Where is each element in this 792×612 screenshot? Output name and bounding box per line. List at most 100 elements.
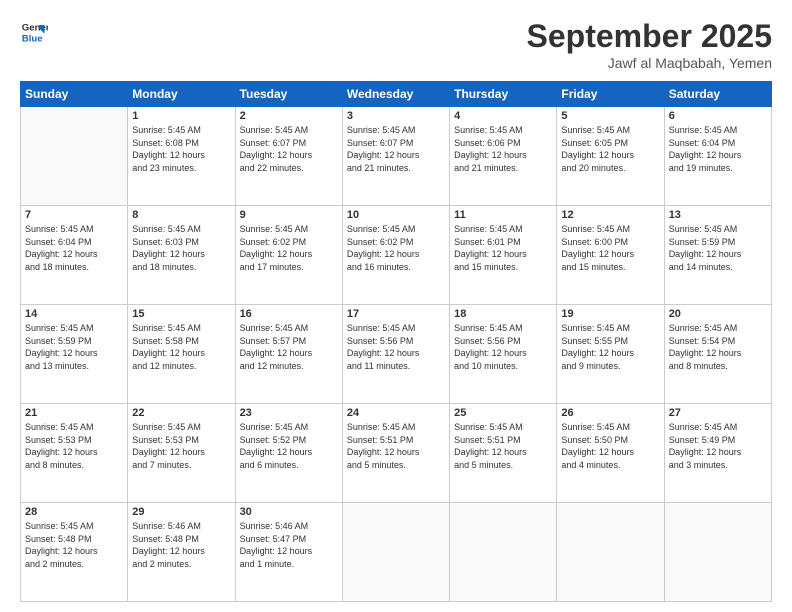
header: General Blue September 2025 Jawf al Maqb… [20,18,772,71]
col-monday: Monday [128,82,235,107]
table-cell: 30 Sunrise: 5:46 AMSunset: 5:47 PMDayligh… [235,503,342,602]
table-cell: 22 Sunrise: 5:45 AMSunset: 5:53 PMDayligh… [128,404,235,503]
location: Jawf al Maqbabah, Yemen [527,55,772,71]
day-number: 5 [561,110,659,122]
cell-content: Sunrise: 5:45 AMSunset: 5:52 PMDaylight:… [240,421,338,471]
cell-content: Sunrise: 5:45 AMSunset: 5:56 PMDaylight:… [347,322,445,372]
day-number: 23 [240,407,338,419]
col-friday: Friday [557,82,664,107]
table-cell: 9 Sunrise: 5:45 AMSunset: 6:02 PMDaylight… [235,206,342,305]
day-number: 11 [454,209,552,221]
day-number: 17 [347,308,445,320]
month-title: September 2025 [527,18,772,55]
table-cell: 17 Sunrise: 5:45 AMSunset: 5:56 PMDayligh… [342,305,449,404]
day-number: 19 [561,308,659,320]
table-cell: 23 Sunrise: 5:45 AMSunset: 5:52 PMDayligh… [235,404,342,503]
cell-content: Sunrise: 5:46 AMSunset: 5:48 PMDaylight:… [132,520,230,570]
cell-content: Sunrise: 5:45 AMSunset: 6:04 PMDaylight:… [669,124,767,174]
table-cell: 16 Sunrise: 5:45 AMSunset: 5:57 PMDayligh… [235,305,342,404]
cell-content: Sunrise: 5:45 AMSunset: 5:53 PMDaylight:… [25,421,123,471]
day-number: 24 [347,407,445,419]
cell-content: Sunrise: 5:45 AMSunset: 6:03 PMDaylight:… [132,223,230,273]
table-cell: 20 Sunrise: 5:45 AMSunset: 5:54 PMDayligh… [664,305,771,404]
table-cell: 13 Sunrise: 5:45 AMSunset: 5:59 PMDayligh… [664,206,771,305]
day-number: 3 [347,110,445,122]
day-number: 15 [132,308,230,320]
svg-text:Blue: Blue [22,34,43,45]
cell-content: Sunrise: 5:45 AMSunset: 5:58 PMDaylight:… [132,322,230,372]
table-cell: 15 Sunrise: 5:45 AMSunset: 5:58 PMDayligh… [128,305,235,404]
table-cell [342,503,449,602]
cell-content: Sunrise: 5:45 AMSunset: 6:07 PMDaylight:… [347,124,445,174]
table-cell: 8 Sunrise: 5:45 AMSunset: 6:03 PMDaylight… [128,206,235,305]
table-cell: 7 Sunrise: 5:45 AMSunset: 6:04 PMDaylight… [21,206,128,305]
day-number: 8 [132,209,230,221]
table-cell: 27Sunrise: 5:45 AMSunset: 5:49 PMDayligh… [664,404,771,503]
table-cell: 2Sunrise: 5:45 AMSunset: 6:07 PMDaylight… [235,107,342,206]
cell-content: Sunrise: 5:45 AMSunset: 5:50 PMDaylight:… [561,421,659,471]
day-number: 18 [454,308,552,320]
col-tuesday: Tuesday [235,82,342,107]
cell-content: Sunrise: 5:45 AMSunset: 5:57 PMDaylight:… [240,322,338,372]
table-cell: 18 Sunrise: 5:45 AMSunset: 5:56 PMDayligh… [450,305,557,404]
day-number: 30 [240,506,338,518]
cell-content: Sunrise: 5:45 AMSunset: 6:04 PMDaylight:… [25,223,123,273]
table-cell: 24 Sunrise: 5:45 AMSunset: 5:51 PMDayligh… [342,404,449,503]
table-cell: 4 Sunrise: 5:45 AMSunset: 6:06 PMDaylight… [450,107,557,206]
cell-content: Sunrise: 5:45 AMSunset: 6:06 PMDaylight:… [454,124,552,174]
week-row-1: 1 Sunrise: 5:45 AMSunset: 6:08 PMDaylight… [21,107,772,206]
table-cell [557,503,664,602]
cell-content: Sunrise: 5:45 AMSunset: 6:05 PMDaylight:… [561,124,659,174]
day-number: 13 [669,209,767,221]
logo: General Blue [20,18,48,46]
table-cell: 21Sunrise: 5:45 AMSunset: 5:53 PMDayligh… [21,404,128,503]
week-row-3: 14Sunrise: 5:45 AMSunset: 5:59 PMDayligh… [21,305,772,404]
table-cell [664,503,771,602]
cell-content: Sunrise: 5:45 AMSunset: 6:00 PMDaylight:… [561,223,659,273]
calendar-table: Sunday Monday Tuesday Wednesday Thursday… [20,81,772,602]
day-number: 20 [669,308,767,320]
col-wednesday: Wednesday [342,82,449,107]
cell-content: Sunrise: 5:45 AMSunset: 5:48 PMDaylight:… [25,520,123,570]
day-number: 29 [132,506,230,518]
table-cell: 5 Sunrise: 5:45 AMSunset: 6:05 PMDaylight… [557,107,664,206]
day-number: 16 [240,308,338,320]
table-cell: 10Sunrise: 5:45 AMSunset: 6:02 PMDayligh… [342,206,449,305]
cell-content: Sunrise: 5:46 AMSunset: 5:47 PMDaylight:… [240,520,338,570]
col-sunday: Sunday [21,82,128,107]
cell-content: Sunrise: 5:45 AMSunset: 5:55 PMDaylight:… [561,322,659,372]
logo-icon: General Blue [20,18,48,46]
cell-content: Sunrise: 5:45 AMSunset: 5:56 PMDaylight:… [454,322,552,372]
cell-content: Sunrise: 5:45 AMSunset: 5:54 PMDaylight:… [669,322,767,372]
cell-content: Sunrise: 5:45 AMSunset: 5:51 PMDaylight:… [347,421,445,471]
table-cell: 28 Sunrise: 5:45 AMSunset: 5:48 PMDayligh… [21,503,128,602]
day-number: 4 [454,110,552,122]
day-number: 28 [25,506,123,518]
cell-content: Sunrise: 5:45 AMSunset: 5:49 PMDaylight:… [669,421,767,471]
col-thursday: Thursday [450,82,557,107]
day-number: 2 [240,110,338,122]
cell-content: Sunrise: 5:45 AMSunset: 6:08 PMDaylight:… [132,124,230,174]
table-cell: 25 Sunrise: 5:45 AMSunset: 5:51 PMDayligh… [450,404,557,503]
day-number: 22 [132,407,230,419]
day-number: 1 [132,110,230,122]
day-number: 10 [347,209,445,221]
title-block: September 2025 Jawf al Maqbabah, Yemen [527,18,772,71]
table-cell: 3 Sunrise: 5:45 AMSunset: 6:07 PMDaylight… [342,107,449,206]
day-number: 9 [240,209,338,221]
col-saturday: Saturday [664,82,771,107]
cell-content: Sunrise: 5:45 AMSunset: 5:51 PMDaylight:… [454,421,552,471]
table-cell: 29 Sunrise: 5:46 AMSunset: 5:48 PMDayligh… [128,503,235,602]
cell-content: Sunrise: 5:45 AMSunset: 5:59 PMDaylight:… [669,223,767,273]
table-cell: 14Sunrise: 5:45 AMSunset: 5:59 PMDayligh… [21,305,128,404]
day-number: 6 [669,110,767,122]
table-cell: 1 Sunrise: 5:45 AMSunset: 6:08 PMDaylight… [128,107,235,206]
day-number: 25 [454,407,552,419]
day-number: 7 [25,209,123,221]
day-number: 12 [561,209,659,221]
cell-content: Sunrise: 5:45 AMSunset: 5:53 PMDaylight:… [132,421,230,471]
table-cell: 11Sunrise: 5:45 AMSunset: 6:01 PMDayligh… [450,206,557,305]
calendar-page: General Blue September 2025 Jawf al Maqb… [0,0,792,612]
table-cell: 19 Sunrise: 5:45 AMSunset: 5:55 PMDayligh… [557,305,664,404]
cell-content: Sunrise: 5:45 AMSunset: 6:02 PMDaylight:… [240,223,338,273]
